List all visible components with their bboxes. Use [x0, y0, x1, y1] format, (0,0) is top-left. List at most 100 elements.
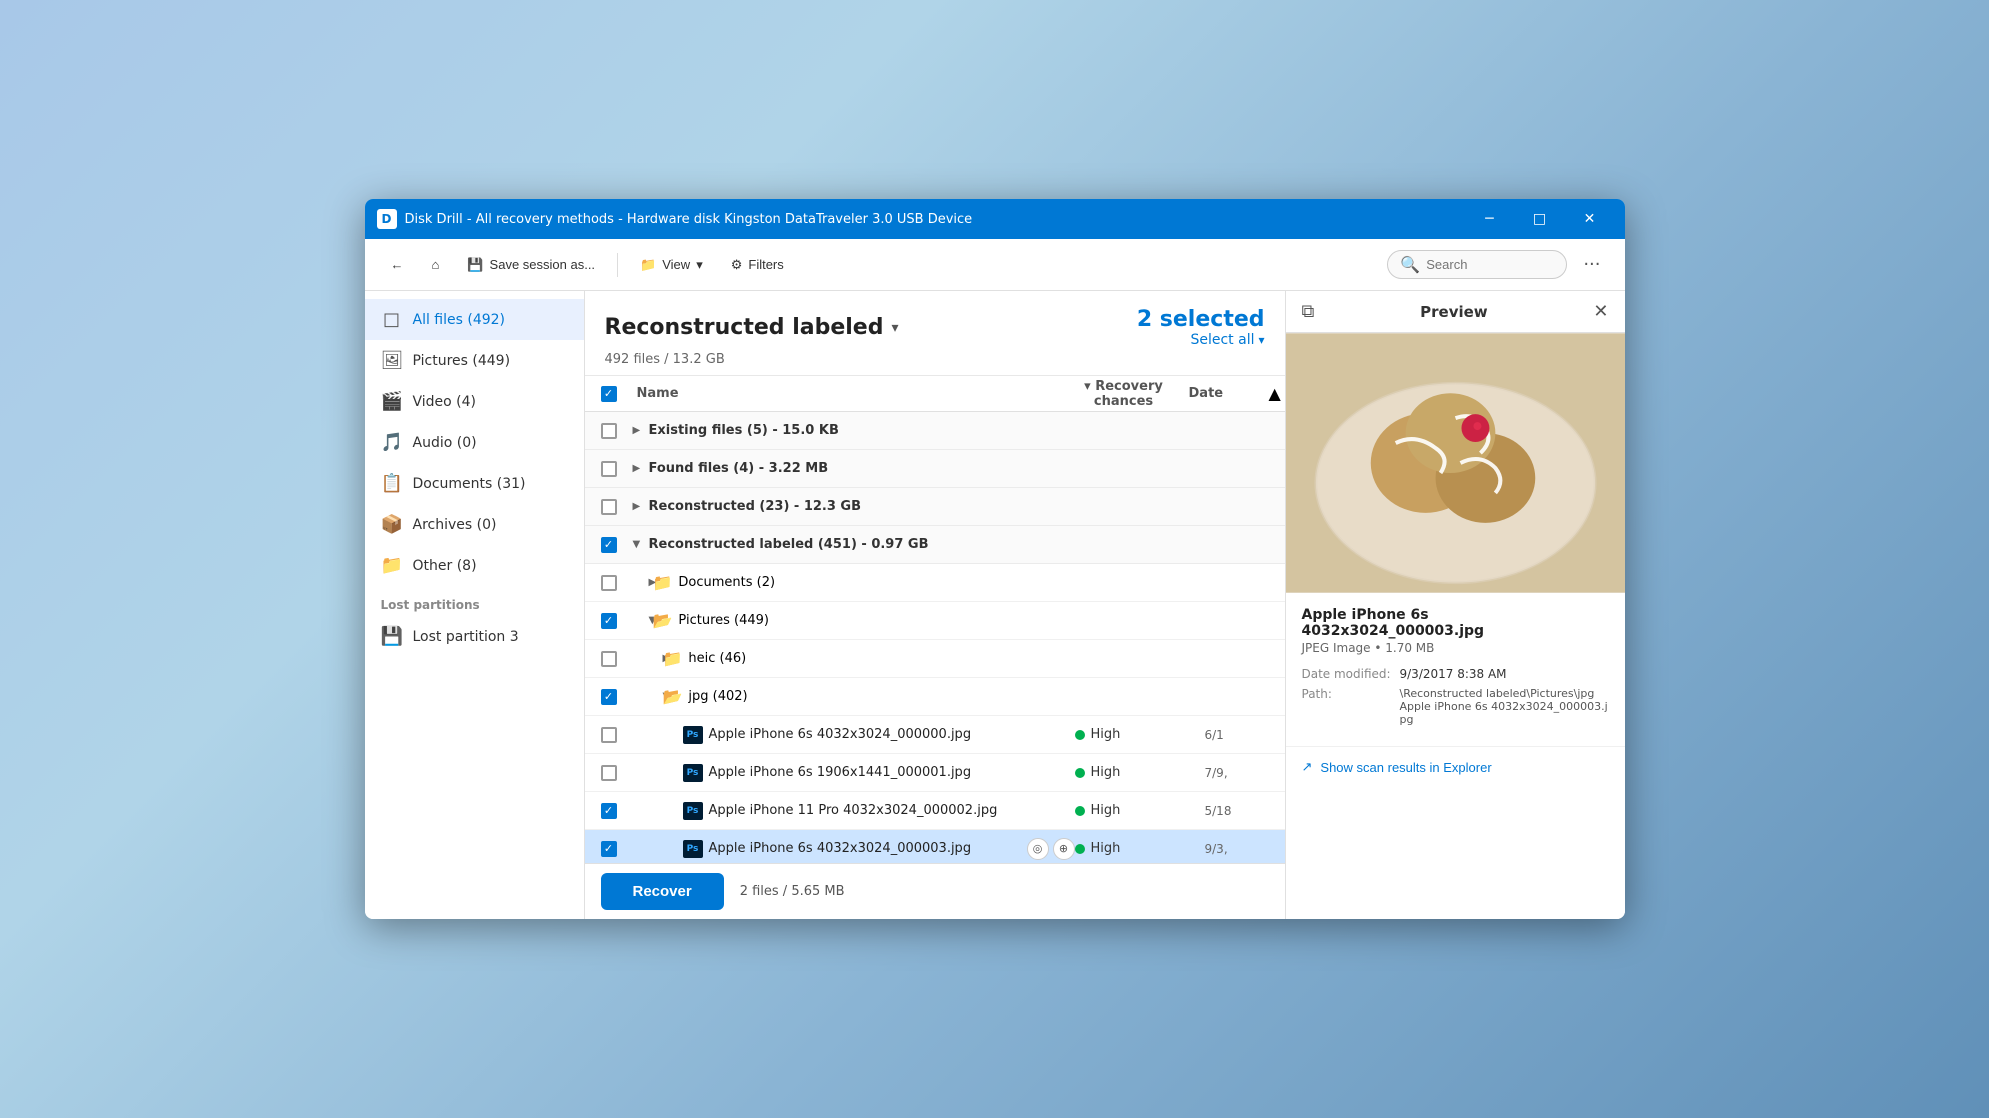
sidebar-item-documents[interactable]: 📋 Documents (31): [365, 463, 584, 504]
sidebar-item-all-files-label: All files (492): [413, 312, 506, 328]
file1-recovery: High: [1075, 727, 1205, 742]
file-list[interactable]: ▶ Existing files (5) - 15.0 KB ▶ Found f…: [585, 412, 1285, 863]
file-row-2[interactable]: Ps Apple iPhone 6s 1906x1441_000001.jpg …: [585, 754, 1285, 792]
group-found-checkbox[interactable]: [601, 461, 617, 477]
file1-recovery-dot: [1075, 730, 1085, 740]
group-existing-files[interactable]: ▶ Existing files (5) - 15.0 KB: [585, 412, 1285, 450]
file-row-1[interactable]: Ps Apple iPhone 6s 4032x3024_000000.jpg …: [585, 716, 1285, 754]
sidebar-item-archives[interactable]: 📦 Archives (0): [365, 504, 584, 545]
expand-reconstructed-icon[interactable]: ▶: [633, 501, 649, 512]
filters-button[interactable]: ⚙ Filters: [721, 251, 794, 279]
subgroup-documents-checkbox[interactable]: [601, 575, 617, 591]
file2-checkbox[interactable]: [601, 765, 617, 781]
expand-jpg-icon[interactable]: ▼: [633, 691, 663, 702]
subgroup-documents[interactable]: ▶ 📁 Documents (2): [585, 564, 1285, 602]
sidebar-item-video[interactable]: 🎬 Video (4): [365, 381, 584, 422]
path-label: Path:: [1302, 687, 1392, 726]
group-reconstructed-check: [585, 499, 633, 515]
group-reconstructed-label: Reconstructed (23) - 12.3 GB: [649, 499, 862, 514]
save-session-label: Save session as...: [490, 257, 596, 272]
group-reconstructed[interactable]: ▶ Reconstructed (23) - 12.3 GB: [585, 488, 1285, 526]
expand-found-icon[interactable]: ▶: [633, 463, 649, 474]
group-reconstructed-labeled-checkbox[interactable]: [601, 537, 617, 553]
sidebar-item-pictures[interactable]: 🖼 Pictures (449): [365, 340, 584, 381]
more-options-button[interactable]: ···: [1575, 248, 1608, 281]
file-row-3[interactable]: Ps Apple iPhone 11 Pro 4032x3024_000002.…: [585, 792, 1285, 830]
file2-date: 7/9,: [1205, 766, 1285, 780]
title-bar: D Disk Drill - All recovery methods - Ha…: [365, 199, 1625, 239]
close-button[interactable]: ✕: [1567, 204, 1613, 234]
file-row-4[interactable]: Ps Apple iPhone 6s 4032x3024_000003.jpg …: [585, 830, 1285, 863]
sidebar-item-audio[interactable]: 🎵 Audio (0): [365, 422, 584, 463]
subsubgroup-jpg-label: jpg (402): [688, 689, 747, 704]
subgroup-pictures-checkbox[interactable]: [601, 613, 617, 629]
group-reconstructed-labeled-check: [585, 537, 633, 553]
preview-close-button[interactable]: ✕: [1593, 301, 1608, 322]
search-bar: 🔍: [1387, 250, 1567, 279]
date-column-header[interactable]: Date: [1189, 386, 1269, 401]
date-modified-label: Date modified:: [1302, 667, 1392, 681]
file4-checkbox[interactable]: [601, 841, 617, 857]
heic-folder-icon: 📁: [663, 649, 683, 668]
back-button[interactable]: ←: [381, 251, 414, 278]
preview-image-svg: [1286, 333, 1625, 593]
sidebar-item-archives-label: Archives (0): [413, 517, 497, 533]
preview-path-row: Path: \Reconstructed labeled\Pictures\jp…: [1302, 687, 1609, 726]
file1-ps-icon: Ps: [683, 726, 703, 744]
file2-name: Apple iPhone 6s 1906x1441_000001.jpg: [703, 765, 1075, 780]
recovery-column-header: ▾ Recovery chances: [1059, 379, 1189, 409]
sidebar-item-other[interactable]: 📁 Other (8): [365, 545, 584, 586]
subsubgroup-jpg-checkbox[interactable]: [601, 689, 617, 705]
file4-action-icons: ◎ ⊕: [1027, 838, 1075, 860]
home-button[interactable]: ⌂: [422, 251, 450, 278]
file3-checkbox[interactable]: [601, 803, 617, 819]
subgroup-pictures[interactable]: ▼ 📂 Pictures (449): [585, 602, 1285, 640]
copy-icon[interactable]: ⧉: [1302, 301, 1315, 322]
title-chevron-icon[interactable]: ▾: [891, 320, 898, 336]
file4-info-icon[interactable]: ⊕: [1053, 838, 1075, 860]
search-icon: 🔍: [1400, 255, 1420, 274]
file-panel-header: Reconstructed labeled ▾ 2 selected Selec…: [585, 291, 1285, 376]
file2-ps-icon: Ps: [683, 764, 703, 782]
sidebar-item-all-files[interactable]: □ All files (492): [365, 299, 584, 340]
subsubgroup-heic-label: heic (46): [688, 651, 746, 666]
show-explorer-label: Show scan results in Explorer: [1320, 760, 1491, 775]
sidebar-item-lost-partition-3[interactable]: 💾 Lost partition 3: [365, 616, 584, 657]
expand-heic-icon[interactable]: ▶: [633, 653, 663, 664]
file1-name: Apple iPhone 6s 4032x3024_000000.jpg: [703, 727, 1075, 742]
group-found-files[interactable]: ▶ Found files (4) - 3.22 MB: [585, 450, 1285, 488]
maximize-button[interactable]: □: [1517, 204, 1563, 234]
select-all-button[interactable]: Select all ▾: [1190, 332, 1264, 348]
view-chevron-icon: ▾: [696, 257, 703, 273]
select-all-checkbox[interactable]: [601, 386, 617, 402]
sidebar-item-lost-partition-label: Lost partition 3: [413, 629, 519, 645]
save-session-button[interactable]: 💾 Save session as...: [457, 251, 605, 279]
documents-icon: 📋: [381, 473, 403, 494]
lost-partition-icon: 💾: [381, 626, 403, 647]
preview-title: Preview: [1322, 303, 1585, 321]
main-content: □ All files (492) 🖼 Pictures (449) 🎬 Vid…: [365, 291, 1625, 919]
expand-reconstructed-labeled-icon[interactable]: ▼: [633, 539, 649, 550]
show-explorer-button[interactable]: ↗ Show scan results in Explorer: [1302, 759, 1609, 775]
subsubgroup-jpg[interactable]: ▼ 📂 jpg (402): [585, 678, 1285, 716]
file4-preview-icon[interactable]: ◎: [1027, 838, 1049, 860]
subsubgroup-heic[interactable]: ▶ 📁 heic (46): [585, 640, 1285, 678]
subsubgroup-heic-checkbox[interactable]: [601, 651, 617, 667]
expand-pictures-icon[interactable]: ▼: [633, 615, 653, 626]
file1-checkbox[interactable]: [601, 727, 617, 743]
view-button[interactable]: 📁 View ▾: [630, 251, 713, 279]
name-column-header[interactable]: Name: [633, 386, 1059, 401]
group-reconstructed-labeled[interactable]: ▼ Reconstructed labeled (451) - 0.97 GB: [585, 526, 1285, 564]
sidebar-item-video-label: Video (4): [413, 394, 477, 410]
documents-folder-icon: 📁: [653, 573, 673, 592]
preview-filetype: JPEG Image • 1.70 MB: [1302, 641, 1609, 655]
minimize-button[interactable]: ─: [1467, 204, 1513, 234]
recover-button[interactable]: Recover: [601, 873, 724, 910]
window-title: Disk Drill - All recovery methods - Hard…: [405, 212, 1467, 227]
file3-name: Apple iPhone 11 Pro 4032x3024_000002.jpg: [703, 803, 1075, 818]
group-reconstructed-checkbox[interactable]: [601, 499, 617, 515]
expand-documents-icon[interactable]: ▶: [633, 577, 653, 588]
search-input[interactable]: [1426, 257, 1554, 272]
expand-existing-icon[interactable]: ▶: [633, 425, 649, 436]
group-existing-checkbox[interactable]: [601, 423, 617, 439]
